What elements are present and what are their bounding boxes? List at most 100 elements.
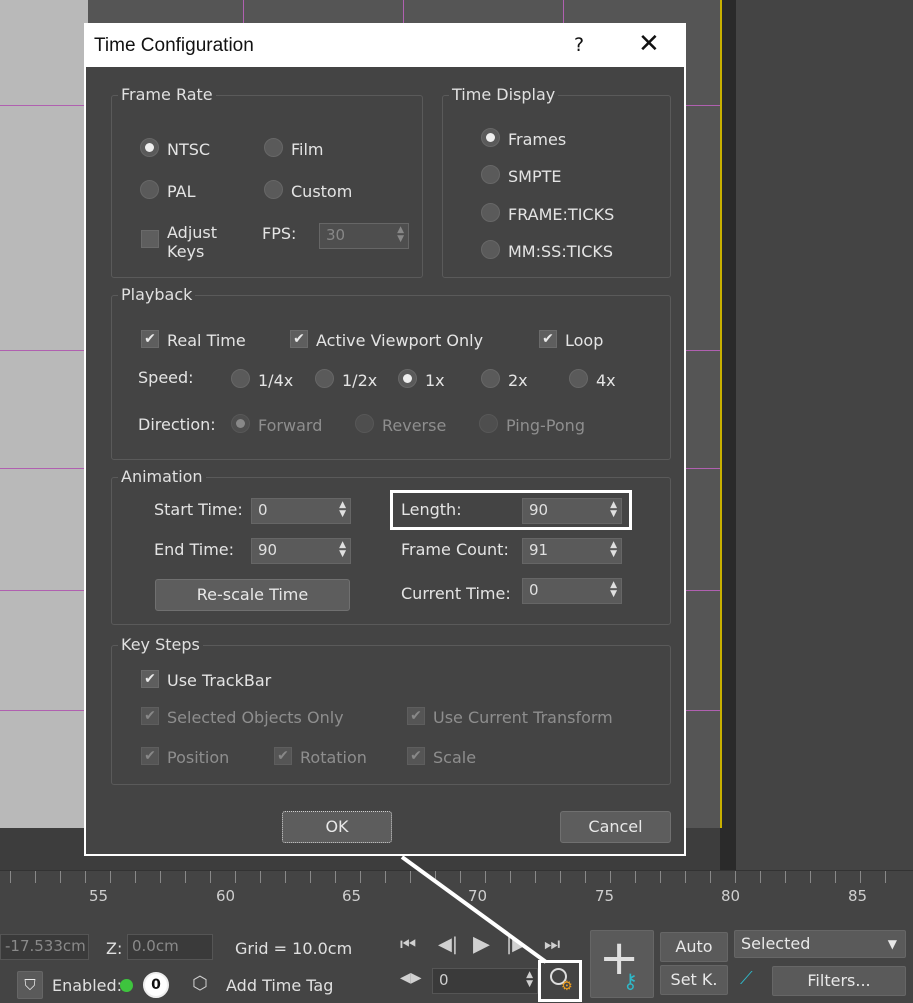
start-time-value: 0 bbox=[258, 501, 268, 519]
position-label: Position bbox=[167, 748, 230, 767]
selected-objects-only-checkbox[interactable]: ✔ bbox=[141, 707, 159, 725]
ruler-label: 85 bbox=[848, 887, 868, 905]
scale-checkbox[interactable]: ✔ bbox=[407, 747, 425, 765]
speed-half-radio[interactable] bbox=[315, 369, 334, 388]
forward-label: Forward bbox=[258, 416, 323, 435]
speed-4x-radio[interactable] bbox=[569, 369, 588, 388]
frames-radio[interactable] bbox=[481, 128, 500, 147]
mm-ss-ticks-label: MM:SS:TICKS bbox=[508, 242, 614, 261]
adjust-keys-label-line2: Keys bbox=[167, 242, 205, 261]
rotation-checkbox[interactable]: ✔ bbox=[274, 747, 292, 765]
current-frame-field[interactable]: 0 ▲ ▼ bbox=[432, 968, 538, 994]
pal-label: PAL bbox=[167, 182, 196, 201]
time-configuration-button[interactable]: ⚙ bbox=[538, 960, 582, 1002]
reverse-radio[interactable] bbox=[355, 414, 374, 433]
ruler-label: 75 bbox=[595, 887, 615, 905]
go-to-end-icon[interactable]: ⏭ bbox=[544, 934, 560, 955]
scale-label: Scale bbox=[433, 748, 477, 767]
time-display-title: Time Display bbox=[449, 85, 559, 104]
spinner-arrows-icon[interactable]: ▲ ▼ bbox=[397, 226, 404, 244]
loop-checkbox[interactable]: ✔ bbox=[539, 330, 557, 348]
cancel-button[interactable]: Cancel bbox=[560, 811, 671, 843]
use-current-transform-label: Use Current Transform bbox=[433, 708, 613, 727]
auto-key-button[interactable]: Auto bbox=[660, 932, 728, 962]
shield-icon: ⛉ bbox=[24, 976, 36, 994]
real-time-checkbox[interactable]: ✔ bbox=[141, 330, 159, 348]
active-viewport-only-label: Active Viewport Only bbox=[316, 331, 484, 350]
current-time-spinner[interactable]: 0 ▲ ▼ bbox=[522, 578, 622, 604]
grid-size-text: Grid = 10.0cm bbox=[235, 939, 353, 958]
isolate-shield-button[interactable]: ⛉ bbox=[17, 971, 43, 999]
start-time-spinner[interactable]: 0 ▲ ▼ bbox=[251, 498, 351, 524]
custom-radio[interactable] bbox=[264, 180, 283, 199]
dialog-titlebar[interactable]: Time Configuration ? ✕ bbox=[86, 25, 684, 67]
dropdown-selected-value: Selected bbox=[741, 934, 811, 953]
help-button[interactable]: ? bbox=[574, 34, 584, 56]
viewport-gray-object bbox=[0, 0, 88, 828]
spinner-arrows-icon[interactable]: ▲ ▼ bbox=[610, 581, 617, 599]
smpte-radio[interactable] bbox=[481, 165, 500, 184]
go-to-start-icon[interactable]: ⏮ bbox=[400, 934, 416, 955]
key-filter-dropdown[interactable]: Selected ▼ bbox=[734, 930, 906, 958]
filters-button[interactable]: Filters... bbox=[772, 966, 906, 996]
ping-pong-radio[interactable] bbox=[479, 414, 498, 433]
status-bar: -17.533cm Z: 0.0cm Grid = 10.0cm ⛉ Enabl… bbox=[0, 912, 913, 1003]
speed-quarter-radio[interactable] bbox=[231, 369, 250, 388]
frame-rate-title: Frame Rate bbox=[118, 85, 216, 104]
end-time-value: 90 bbox=[258, 541, 278, 559]
use-current-transform-checkbox[interactable]: ✔ bbox=[407, 707, 425, 725]
adjust-keys-checkbox[interactable] bbox=[141, 230, 159, 248]
end-time-spinner[interactable]: 90 ▲ ▼ bbox=[251, 538, 351, 564]
add-time-tag-button[interactable]: Add Time Tag bbox=[226, 976, 333, 995]
direction-label: Direction: bbox=[138, 415, 216, 434]
length-highlight-box bbox=[390, 490, 632, 530]
ok-button[interactable]: OK bbox=[282, 811, 392, 843]
close-button[interactable]: ✕ bbox=[638, 29, 660, 59]
rescale-time-button[interactable]: Re-scale Time bbox=[155, 579, 350, 611]
cube-icon: ⬡ bbox=[192, 973, 208, 994]
play-icon[interactable]: ▶ bbox=[473, 932, 490, 957]
current-time-label: Current Time: bbox=[401, 584, 511, 603]
ruler-label: 55 bbox=[89, 887, 109, 905]
pal-radio[interactable] bbox=[140, 180, 159, 199]
speed-1x-radio[interactable] bbox=[398, 369, 417, 388]
frame-count-spinner[interactable]: 91 ▲ ▼ bbox=[522, 538, 622, 564]
forward-radio[interactable] bbox=[231, 414, 250, 433]
spinner-arrows-icon[interactable]: ▲ ▼ bbox=[610, 541, 617, 559]
frame-ticks-radio[interactable] bbox=[481, 203, 500, 222]
spinner-arrows-icon[interactable]: ▲ ▼ bbox=[526, 971, 533, 989]
loop-label: Loop bbox=[565, 331, 604, 350]
custom-label: Custom bbox=[291, 182, 353, 201]
mm-ss-ticks-radio[interactable] bbox=[481, 240, 500, 259]
x-coordinate-field[interactable]: -17.533cm bbox=[0, 934, 89, 960]
position-checkbox[interactable]: ✔ bbox=[141, 747, 159, 765]
fps-spinner[interactable]: 30 ▲ ▼ bbox=[319, 223, 409, 249]
fps-label: FPS: bbox=[262, 224, 297, 243]
gear-icon: ⚙ bbox=[561, 979, 573, 994]
next-frame-icon[interactable]: |▶ bbox=[506, 934, 526, 955]
animation-title: Animation bbox=[118, 467, 206, 486]
viewport-right-panel bbox=[736, 0, 913, 870]
speed-label: Speed: bbox=[138, 368, 194, 387]
spinner-arrows-icon[interactable]: ▲ ▼ bbox=[339, 501, 346, 519]
time-tag-counter[interactable]: 0 bbox=[143, 972, 169, 998]
reverse-label: Reverse bbox=[382, 416, 447, 435]
set-keys-big-button[interactable]: + ⚷ bbox=[590, 930, 654, 998]
use-trackbar-label: Use TrackBar bbox=[167, 671, 272, 690]
enabled-indicator-icon[interactable] bbox=[120, 979, 133, 992]
previous-frame-icon[interactable]: ◀| bbox=[438, 934, 458, 955]
key-mode-toggle-icon[interactable]: ◀▶ bbox=[400, 970, 422, 986]
set-key-button[interactable]: Set K. bbox=[660, 965, 728, 995]
speed-2x-radio[interactable] bbox=[481, 369, 500, 388]
use-trackbar-checkbox[interactable]: ✔ bbox=[141, 670, 159, 688]
key-tangent-icon[interactable]: ⟋ bbox=[740, 968, 753, 989]
z-coordinate-field[interactable]: 0.0cm bbox=[127, 934, 213, 960]
film-radio[interactable] bbox=[264, 138, 283, 157]
frame-count-label: Frame Count: bbox=[401, 540, 509, 559]
active-viewport-only-checkbox[interactable]: ✔ bbox=[290, 330, 308, 348]
spinner-arrows-icon[interactable]: ▲ ▼ bbox=[339, 541, 346, 559]
time-ruler[interactable]: 55 60 65 70 75 80 85 bbox=[0, 870, 913, 912]
ruler-label: 65 bbox=[342, 887, 362, 905]
end-time-label: End Time: bbox=[154, 540, 235, 559]
ntsc-radio[interactable] bbox=[140, 138, 159, 157]
